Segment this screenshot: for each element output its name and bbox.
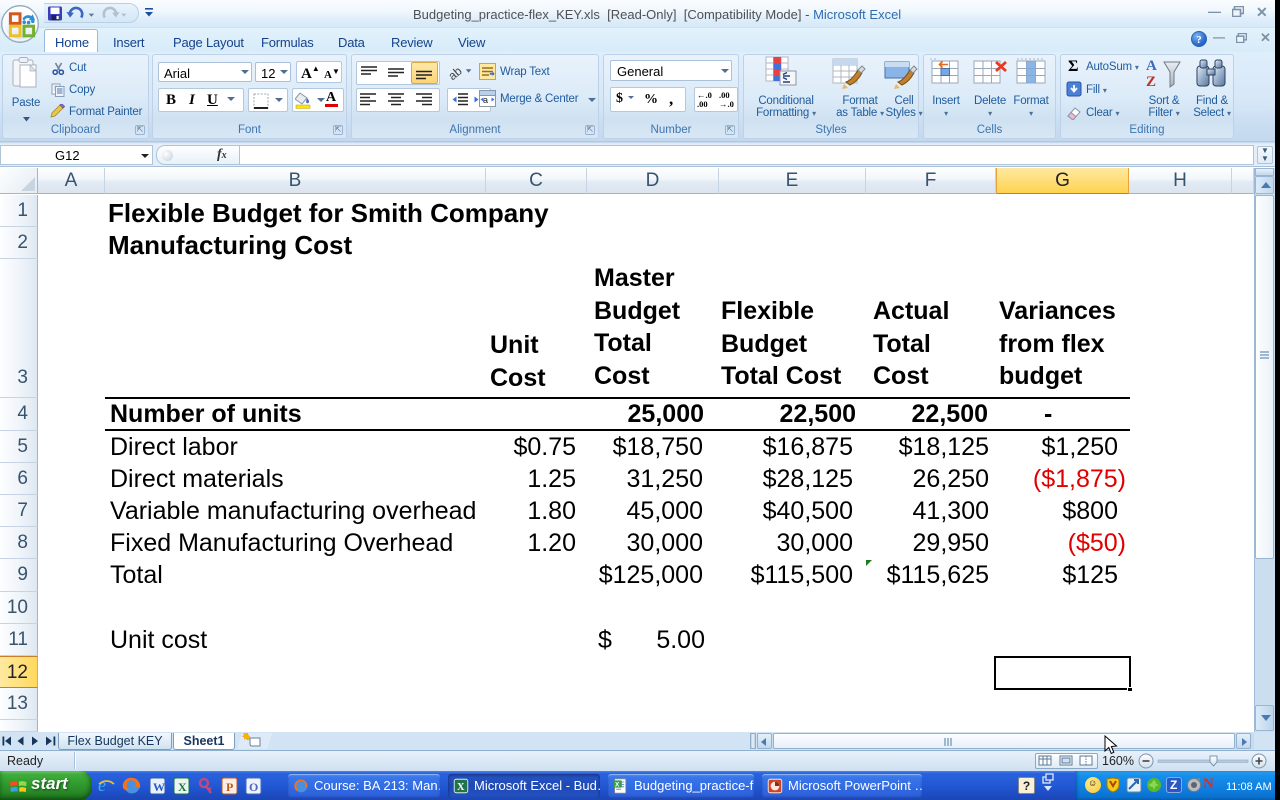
svg-text:X: X bbox=[615, 781, 620, 788]
svg-text:ab: ab bbox=[447, 64, 465, 84]
svg-text:Z: Z bbox=[1146, 74, 1156, 90]
svg-text:?: ? bbox=[1196, 34, 1202, 46]
svg-text:P: P bbox=[226, 780, 233, 794]
svg-text:a: a bbox=[483, 95, 488, 105]
svg-text:O: O bbox=[249, 780, 258, 794]
svg-text:X: X bbox=[457, 782, 465, 793]
svg-text:A: A bbox=[1146, 58, 1157, 74]
svg-text:e: e bbox=[98, 776, 106, 795]
svg-text:X: X bbox=[178, 780, 187, 794]
svg-text:W: W bbox=[153, 780, 165, 794]
